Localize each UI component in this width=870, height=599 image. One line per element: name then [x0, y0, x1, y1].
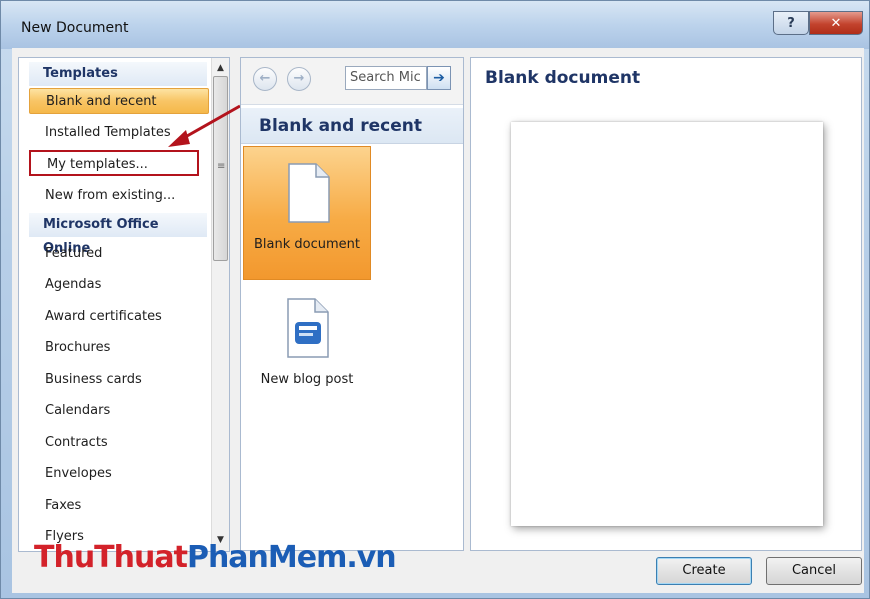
category-new-from-existing[interactable]: New from existing...	[29, 183, 209, 209]
title-bar[interactable]: New Document ? ✕	[1, 1, 869, 49]
preview-title: Blank document	[485, 68, 641, 88]
category-faxes[interactable]: Faxes	[29, 493, 209, 519]
category-award-certificates[interactable]: Award certificates	[29, 304, 209, 330]
tile-new-blog-post[interactable]: New blog post	[243, 290, 371, 394]
section-header-microsoft-office-online: Microsoft Office Online	[29, 213, 207, 256]
gallery-header: Blank and recent	[241, 108, 463, 144]
category-brochures[interactable]: Brochures	[29, 335, 209, 361]
gallery-toolbar: ← → Search Mic ➔	[241, 58, 463, 105]
watermark-part-2: PhanMem	[186, 540, 347, 575]
section-header-templates: Templates	[29, 62, 207, 86]
create-button[interactable]: Create	[656, 557, 752, 585]
window-title: New Document	[21, 20, 129, 36]
category-calendars[interactable]: Calendars	[29, 398, 209, 424]
annotation-arrow	[168, 104, 241, 147]
document-preview	[511, 122, 823, 526]
search-input[interactable]: Search Mic	[345, 66, 427, 90]
category-business-cards[interactable]: Business cards	[29, 367, 209, 393]
category-agendas[interactable]: Agendas	[29, 272, 209, 298]
close-button[interactable]: ✕	[809, 11, 863, 35]
watermark-part-1: ThuThuat	[34, 540, 188, 575]
category-featured[interactable]: Featured	[29, 241, 209, 267]
templates-gallery-pane: ← → Search Mic ➔ Blank and recent Blank …	[240, 57, 464, 551]
category-contracts[interactable]: Contracts	[29, 430, 209, 456]
watermark-logo: ThuThuatPhanMem.vn	[34, 540, 397, 575]
preview-pane: Blank document	[470, 57, 862, 551]
scrollbar-grip-icon: ≡	[217, 161, 226, 172]
blog-post-icon	[287, 298, 329, 358]
forward-arrow-icon[interactable]: →	[287, 67, 311, 91]
scroll-up-arrow-icon[interactable]: ▲	[212, 60, 229, 77]
tile-blank-document[interactable]: Blank document	[243, 146, 371, 280]
search-go-arrow-icon[interactable]: ➔	[427, 66, 451, 90]
watermark-part-3: .vn	[346, 540, 396, 575]
tile-blank-document-label: Blank document	[254, 237, 360, 252]
back-arrow-icon[interactable]: ←	[253, 67, 277, 91]
blank-document-icon	[288, 163, 330, 223]
tile-new-blog-post-label: New blog post	[260, 372, 354, 387]
cancel-button[interactable]: Cancel	[766, 557, 862, 585]
category-envelopes[interactable]: Envelopes	[29, 461, 209, 487]
help-button[interactable]: ?	[773, 11, 809, 35]
